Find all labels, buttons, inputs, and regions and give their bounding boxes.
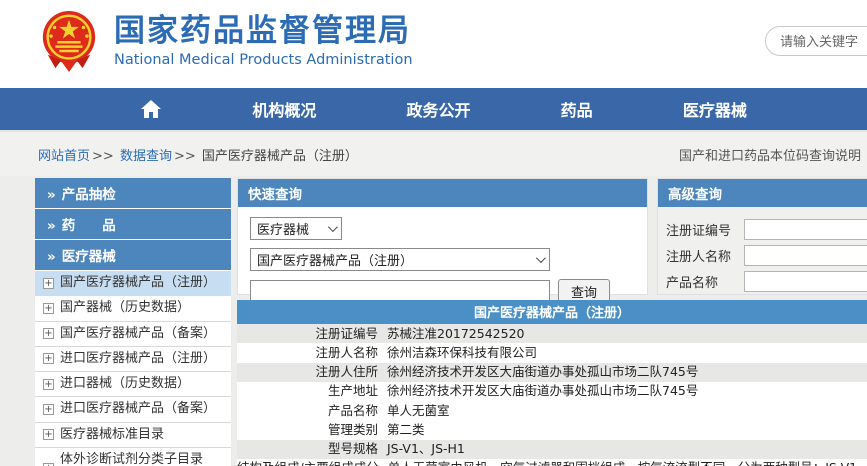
nav-item-org-overview[interactable]: 机构概况 xyxy=(252,97,316,121)
table-row: 结构及组成/主要组成成分 单人无菌室由风机、空气过滤器和围档组成。按气流流型不同… xyxy=(237,459,867,466)
product-name-input[interactable] xyxy=(744,271,867,292)
row-label: 管理类别 xyxy=(237,422,387,438)
sidebar-item-imported-device-filed[interactable]: + 进口医疗器械产品（备案） xyxy=(35,397,231,422)
brand: 国家药品监督管理局 National Medical Products Admi… xyxy=(38,8,413,74)
sidebar-item-label: 国产医疗器械产品（备案） xyxy=(60,326,216,342)
breadcrumb-home-link[interactable]: 网站首页 xyxy=(38,149,90,164)
sidebar-item-domestic-device-history[interactable]: + 国产器械（历史数据） xyxy=(35,296,231,321)
nav-item-drugs[interactable]: 药品 xyxy=(561,97,593,121)
row-label: 注册证编号 xyxy=(237,326,387,342)
sidebar-item-imported-device-history[interactable]: + 进口器械（历史数据） xyxy=(35,372,231,397)
sidebar-section-label: 产品抽检 xyxy=(62,187,116,203)
nav-item-medical-devices[interactable]: 医疗器械 xyxy=(683,97,747,121)
barcode-query-help-link[interactable]: 国产和进口药品本位码查询说明 xyxy=(679,145,861,164)
main-nav: 机构概况 政务公开 药品 医疗器械 xyxy=(0,88,867,130)
chevron-down-icon xyxy=(536,253,546,263)
site-header: 国家药品监督管理局 National Medical Products Admi… xyxy=(0,0,867,88)
quick-query-panel: 快速查询 医疗器械 国产医疗器械产品（注册） 查询 xyxy=(237,178,648,295)
row-label: 注册人住所 xyxy=(237,364,387,380)
nav-item-gov-info[interactable]: 政务公开 xyxy=(406,97,470,121)
quick-query-title: 快速查询 xyxy=(238,179,647,207)
national-emblem-icon xyxy=(38,8,100,74)
sidebar-item-label: 进口医疗器械产品（注册） xyxy=(60,351,216,367)
breadcrumb-separator: >> xyxy=(174,149,196,164)
table-row: 型号规格 JS-V1、JS-H1 xyxy=(237,440,867,459)
expand-plus-icon[interactable]: + xyxy=(43,379,54,390)
table-row: 注册人住所 徐州经济技术开发区大庙街道办事处孤山市场二队745号 xyxy=(237,363,867,382)
sidebar-item-imported-device-registered[interactable]: + 进口医疗器械产品（注册） xyxy=(35,347,231,372)
keyword-search-input[interactable] xyxy=(765,26,867,56)
sidebar-section-drugs[interactable]: » 药 品 xyxy=(35,209,231,240)
expand-plus-icon[interactable]: + xyxy=(43,303,54,314)
sidebar-section-medical-devices[interactable]: » 医疗器械 xyxy=(35,240,231,271)
advanced-query-title: 高级查询 xyxy=(658,179,867,207)
row-value: 徐州经济技术开发区大庙街道办事处孤山市场二队745号 xyxy=(387,383,867,399)
row-label: 注册人名称 xyxy=(237,345,387,361)
table-row: 注册人名称 徐州洁森环保科技有限公司 xyxy=(237,343,867,362)
expand-plus-icon[interactable]: + xyxy=(43,463,54,466)
home-icon[interactable] xyxy=(140,99,162,119)
table-row: 产品名称 单人无菌室 xyxy=(237,401,867,420)
chevron-down-icon xyxy=(328,222,338,232)
sidebar-section-label: 医疗器械 xyxy=(62,249,116,265)
row-label: 生产地址 xyxy=(237,383,387,399)
sidebar-section-label: 药 品 xyxy=(62,218,116,234)
table-row: 管理类别 第二类 xyxy=(237,420,867,439)
detail-table-title: 国产医疗器械产品（注册） xyxy=(237,300,867,324)
section-arrow-icon: » xyxy=(47,187,56,203)
breadcrumb: 网站首页>> 数据查询>> 国产医疗器械产品（注册） xyxy=(38,145,358,164)
query-type-select[interactable]: 国产医疗器械产品（注册） xyxy=(250,248,550,271)
sidebar-item-label: 进口器械（历史数据） xyxy=(60,376,190,392)
category-select-value: 医疗器械 xyxy=(257,219,309,238)
row-value: 单人无菌室 xyxy=(387,403,867,419)
sidebar-item-label: 国产医疗器械产品（注册） xyxy=(60,275,216,291)
sidebar-item-label: 国产器械（历史数据） xyxy=(60,300,190,316)
breadcrumb-current: 国产医疗器械产品（注册） xyxy=(202,149,358,164)
sidebar-item-device-standards-catalog[interactable]: + 医疗器械标准目录 xyxy=(35,423,231,448)
row-value: 徐州洁森环保科技有限公司 xyxy=(387,345,867,361)
expand-plus-icon[interactable]: + xyxy=(43,278,54,289)
section-arrow-icon: » xyxy=(47,218,56,234)
row-value: 徐州经济技术开发区大庙街道办事处孤山市场二队745号 xyxy=(387,364,867,380)
row-value: JS-V1、JS-H1 xyxy=(387,441,867,457)
expand-plus-icon[interactable]: + xyxy=(43,404,54,415)
category-select[interactable]: 医疗器械 xyxy=(250,217,342,240)
sidebar-item-domestic-device-registered[interactable]: + 国产医疗器械产品（注册） xyxy=(35,271,231,296)
breadcrumb-bar: 网站首页>> 数据查询>> 国产医疗器械产品（注册） 国产和进口药品本位码查询说… xyxy=(0,130,867,176)
site-title-en: National Medical Products Administration xyxy=(114,52,413,68)
sidebar-item-domestic-device-filed[interactable]: + 国产医疗器械产品（备案） xyxy=(35,322,231,347)
expand-plus-icon[interactable]: + xyxy=(43,353,54,364)
site-title-cn: 国家药品监督管理局 xyxy=(114,14,413,50)
registration-no-input[interactable] xyxy=(744,219,867,240)
row-label: 结构及组成/主要组成成分 xyxy=(237,460,388,466)
expand-plus-icon[interactable]: + xyxy=(43,328,54,339)
row-label: 产品名称 xyxy=(237,403,387,419)
advanced-query-panel: 高级查询 注册证编号 注册人名称 产品名称 xyxy=(657,178,867,295)
product-name-label: 产品名称 xyxy=(666,272,744,291)
table-row: 注册证编号 苏械注准20172542520 xyxy=(237,324,867,343)
row-value: 苏械注准20172542520 xyxy=(387,326,867,342)
sidebar-item-label: 进口医疗器械产品（备案） xyxy=(60,401,216,417)
sidebar-item-label: 体外诊断试剂分类子目录（2013版） xyxy=(60,452,227,466)
expand-plus-icon[interactable]: + xyxy=(43,429,54,440)
sidebar-item-ivd-classification-subcatalog[interactable]: + 体外诊断试剂分类子目录（2013版） xyxy=(35,448,231,466)
table-row: 生产地址 徐州经济技术开发区大庙街道办事处孤山市场二队745号 xyxy=(237,382,867,401)
registration-no-label: 注册证编号 xyxy=(666,220,744,239)
registrant-name-label: 注册人名称 xyxy=(666,246,744,265)
row-value: 第二类 xyxy=(387,422,867,438)
section-arrow-icon: » xyxy=(47,249,56,265)
row-label: 型号规格 xyxy=(237,441,387,457)
breadcrumb-separator: >> xyxy=(92,149,114,164)
sidebar-item-label: 医疗器械标准目录 xyxy=(60,427,164,443)
registrant-name-input[interactable] xyxy=(744,245,867,266)
row-value: 单人无菌室由风机、空气过滤器和围档组成。按气流流型不同，分为两种型号：JS-V1… xyxy=(388,460,867,466)
breadcrumb-dataquery-link[interactable]: 数据查询 xyxy=(120,149,172,164)
sidebar: » 产品抽检 » 药 品 » 医疗器械 + 国产医疗器械产品（注册） + 国产器械（历史数… xyxy=(35,178,231,466)
page: 国家药品监督管理局 National Medical Products Admi… xyxy=(0,0,867,466)
device-detail-table: 国产医疗器械产品（注册） 注册证编号 苏械注准20172542520 注册人名称… xyxy=(237,300,867,466)
query-type-select-value: 国产医疗器械产品（注册） xyxy=(257,250,413,269)
brand-text: 国家药品监督管理局 National Medical Products Admi… xyxy=(114,14,413,68)
sidebar-section-product-sampling[interactable]: » 产品抽检 xyxy=(35,178,231,209)
